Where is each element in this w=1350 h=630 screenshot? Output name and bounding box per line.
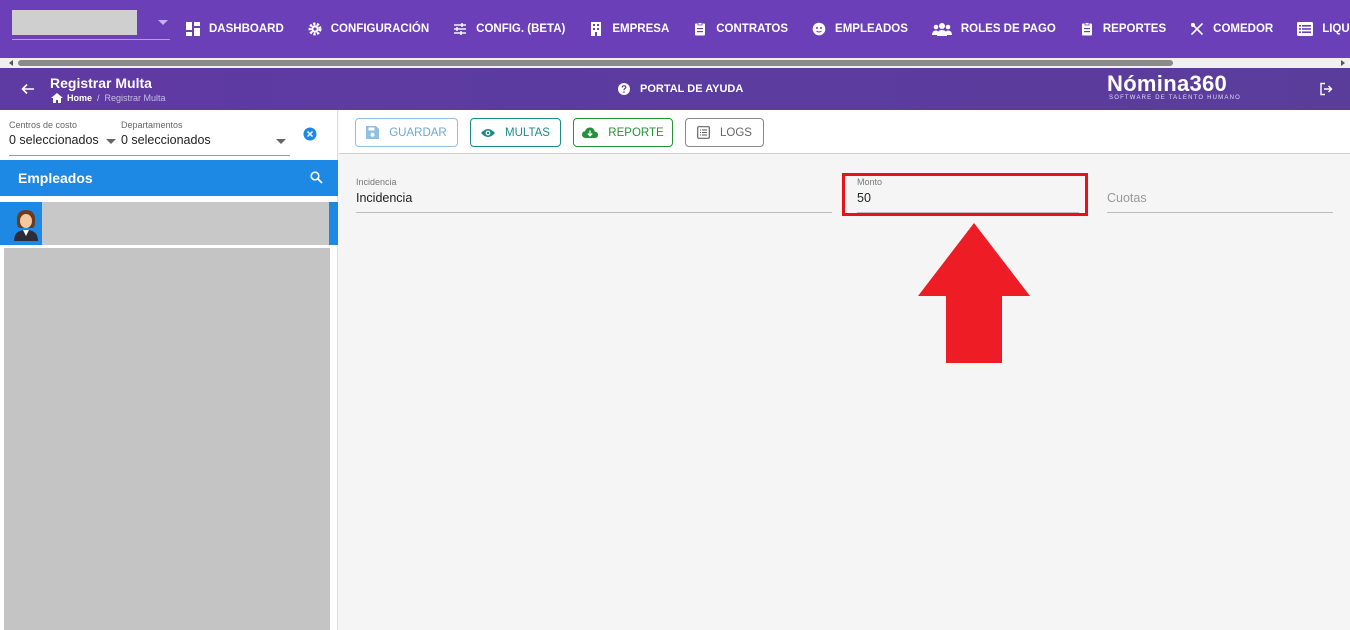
- nav-empleados[interactable]: EMPLEADOS: [812, 0, 908, 58]
- filter-underline: [9, 155, 290, 156]
- building-icon: [589, 22, 603, 36]
- department-label: Departamentos: [121, 120, 183, 130]
- dashboard-icon: [186, 22, 200, 36]
- nav-config-beta-label: CONFIG. (BETA): [476, 23, 566, 35]
- nav-reportes[interactable]: REPORTES: [1080, 0, 1166, 58]
- employee-list-item[interactable]: [0, 202, 338, 245]
- scroll-right-arrow-icon[interactable]: [1341, 60, 1345, 66]
- page-header-bar: Registrar Multa Home / Registrar Multa P…: [0, 68, 1350, 110]
- breadcrumb-home[interactable]: Home: [67, 93, 92, 103]
- nav-roles-de-pago-label: ROLES DE PAGO: [960, 23, 1056, 35]
- scrollbar-thumb[interactable]: [18, 60, 1173, 66]
- employees-title: Empleados: [18, 170, 93, 186]
- eye-icon: [481, 128, 496, 137]
- cost-center-value: 0 seleccionados: [9, 133, 99, 147]
- brand-tagline: SOFTWARE DE TALENTO HUMANO: [1109, 95, 1241, 101]
- main-menu: DASHBOARD CONFIGURACIÓN CONFIG. (BETA) E…: [186, 0, 1350, 58]
- nav-comedor[interactable]: COMEDOR: [1190, 0, 1273, 58]
- multas-button[interactable]: MULTAS: [470, 118, 561, 147]
- breadcrumb-current: Registrar Multa: [104, 93, 166, 103]
- company-name-redacted: [12, 10, 137, 35]
- annotation-highlight-box: [842, 173, 1088, 216]
- nav-roles-de-pago[interactable]: ROLES DE PAGO: [931, 0, 1056, 58]
- clipboard-icon: [693, 22, 707, 36]
- action-toolbar: GUARDAR MULTAS REPORTE LOGS: [339, 110, 1350, 154]
- cloud-download-icon: [582, 127, 599, 138]
- help-portal-label: PORTAL DE AYUDA: [640, 83, 744, 95]
- search-icon[interactable]: [310, 171, 323, 184]
- save-button[interactable]: GUARDAR: [355, 118, 458, 147]
- chevron-down-icon[interactable]: [106, 139, 116, 144]
- tune-icon: [453, 22, 467, 36]
- cuotas-placeholder: Cuotas: [1107, 191, 1147, 205]
- horizontal-scrollbar[interactable]: [0, 58, 1350, 68]
- breadcrumb-separator: /: [97, 93, 100, 103]
- breadcrumb: Home / Registrar Multa: [51, 93, 166, 103]
- face-icon: [812, 22, 826, 36]
- group-icon: [931, 22, 952, 36]
- multas-button-label: MULTAS: [505, 126, 550, 139]
- save-button-label: GUARDAR: [389, 126, 447, 139]
- report-button[interactable]: REPORTE: [573, 118, 673, 147]
- nav-empleados-label: EMPLEADOS: [835, 23, 908, 35]
- page-title: Registrar Multa: [50, 75, 152, 91]
- nav-config-beta[interactable]: CONFIG. (BETA): [453, 0, 565, 58]
- nav-empresa[interactable]: EMPRESA: [589, 0, 669, 58]
- nav-dashboard[interactable]: DASHBOARD: [186, 0, 284, 58]
- help-portal-link[interactable]: PORTAL DE AYUDA: [618, 83, 743, 95]
- nav-comedor-label: COMEDOR: [1213, 23, 1274, 35]
- logout-icon[interactable]: [1319, 82, 1333, 96]
- logs-button-label: LOGS: [720, 126, 752, 139]
- employees-header: Empleados: [0, 160, 338, 196]
- company-select[interactable]: [12, 10, 170, 40]
- incidencia-field[interactable]: Incidencia Incidencia: [356, 177, 832, 213]
- nav-contratos[interactable]: CONTRATOS: [693, 0, 788, 58]
- clear-filter-icon[interactable]: [303, 127, 317, 141]
- help-icon: [618, 83, 630, 95]
- annotation-arrow-icon: [918, 223, 1030, 363]
- nav-liquidaciones-label: LIQUIDACIONES: [1322, 23, 1350, 35]
- chevron-down-icon[interactable]: [276, 139, 286, 144]
- list-icon: [697, 126, 710, 139]
- avatar: [11, 206, 41, 241]
- nav-dashboard-label: DASHBOARD: [209, 23, 284, 35]
- brand-logo: Nómina360 SOFTWARE DE TALENTO HUMANO: [1107, 71, 1241, 101]
- utensils-icon: [1190, 22, 1204, 36]
- clipboard-icon: [1080, 22, 1094, 36]
- cost-center-label: Centros de costo: [9, 120, 78, 130]
- home-icon: [51, 93, 63, 103]
- chevron-down-icon: [158, 20, 168, 25]
- floppy-disk-icon: [366, 126, 380, 139]
- employee-name-redacted: [42, 202, 329, 245]
- cuotas-field[interactable]: Cuotas: [1107, 177, 1333, 213]
- report-button-label: REPORTE: [608, 126, 664, 139]
- department-filter[interactable]: Departamentos 0 seleccionados: [121, 120, 211, 147]
- cost-center-filter[interactable]: Centros de costo 0 seleccionados: [9, 120, 99, 147]
- employee-sidebar: Centros de costo 0 seleccionados Departa…: [0, 110, 338, 630]
- arrow-back-icon[interactable]: [20, 81, 36, 97]
- brand-name: Nómina360: [1107, 71, 1228, 96]
- nav-liquidaciones[interactable]: LIQUIDACIONES: [1297, 0, 1350, 58]
- department-value: 0 seleccionados: [121, 133, 211, 147]
- nav-reportes-label: REPORTES: [1102, 23, 1167, 35]
- scroll-left-arrow-icon[interactable]: [9, 60, 13, 66]
- employee-list-redacted: [4, 248, 330, 630]
- top-navbar: DASHBOARD CONFIGURACIÓN CONFIG. (BETA) E…: [0, 0, 1350, 58]
- incidencia-label: Incidencia: [356, 177, 397, 187]
- list-icon: [1297, 22, 1314, 36]
- nav-configuracion[interactable]: CONFIGURACIÓN: [308, 0, 429, 58]
- logs-button[interactable]: LOGS: [685, 118, 764, 147]
- incidencia-value: Incidencia: [356, 191, 413, 205]
- nav-empresa-label: EMPRESA: [612, 23, 670, 35]
- gear-icon: [308, 22, 322, 36]
- nav-configuracion-label: CONFIGURACIÓN: [330, 23, 430, 35]
- nav-contratos-label: CONTRATOS: [716, 23, 789, 35]
